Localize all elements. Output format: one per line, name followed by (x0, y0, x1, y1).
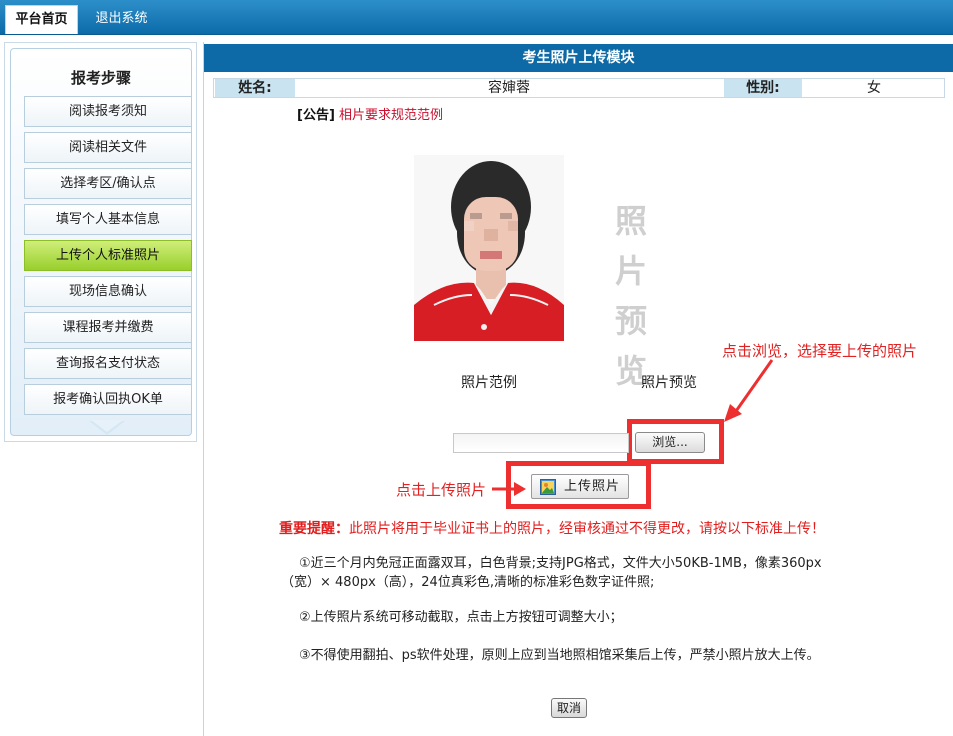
sample-photo (414, 155, 564, 341)
sidebar-panel: 报考步骤 阅读报考须知 阅读相关文件 选择考区/确认点 填写个人基本信息 上传个… (10, 48, 192, 436)
photo-file-path-field[interactable] (453, 433, 629, 453)
tab-logout[interactable]: 退出系统 (83, 5, 160, 34)
name-label: 姓名: (215, 79, 295, 97)
upload-hint-annotation: 点击上传照片 (396, 481, 487, 499)
photo-preview-placeholder: 照片 预览 (615, 196, 735, 396)
sidebar-item-select-exam-area[interactable]: 选择考区/确认点 (24, 168, 192, 199)
sample-photo-caption: 照片范例 (461, 375, 517, 391)
sidebar-item-read-notice[interactable]: 阅读报考须知 (24, 96, 192, 127)
cancel-button[interactable]: 取消 (551, 698, 587, 718)
sidebar-item-upload-photo[interactable]: 上传个人标准照片 (24, 240, 192, 271)
tab-platform-home[interactable]: 平台首页 (5, 5, 78, 34)
browse-hint-arrow-icon (724, 359, 774, 422)
reminder-title: 重要提醒： (279, 521, 349, 537)
rule-3: ③不得使用翻拍、ps软件处理，原则上应到当地照相馆采集后上传，严禁小照片放大上传… (299, 648, 820, 663)
browse-button[interactable]: 浏览... (635, 432, 705, 453)
upload-button-label: 上传照片 (564, 479, 621, 494)
announcement: [公告] 相片要求规范范例 (297, 104, 443, 123)
top-nav-bar: 平台首页 退出系统 (0, 0, 953, 35)
sidebar-item-fill-basic-info[interactable]: 填写个人基本信息 (24, 204, 192, 235)
important-reminder: 重要提醒：此照片将用于毕业证书上的照片，经审核通过不得更改，请按以下标准上传！ (279, 518, 825, 538)
sidebar-item-query-payment[interactable]: 查询报名支付状态 (24, 348, 192, 379)
sidebar: 报考步骤 阅读报考须知 阅读相关文件 选择考区/确认点 填写个人基本信息 上传个… (4, 42, 197, 442)
upload-photo-button[interactable]: 上传照片 (531, 474, 629, 499)
rule-1-line-1: ①近三个月内免冠正面露双耳，白色背景;支持JPG格式，文件大小50KB-1MB，… (299, 556, 822, 571)
announcement-prefix: [公告] (297, 108, 335, 123)
sidebar-item-receipt[interactable]: 报考确认回执OK单 (24, 384, 192, 415)
reminder-text: 此照片将用于毕业证书上的照片，经审核通过不得更改，请按以下标准上传！ (349, 521, 825, 537)
sidebar-bottom-arrow-inner (91, 420, 123, 432)
name-value: 容婶蓉 (488, 80, 530, 96)
portrait-illustration (414, 155, 564, 341)
sidebar-item-read-documents[interactable]: 阅读相关文件 (24, 132, 192, 163)
upload-image-icon (540, 479, 556, 495)
student-info-row: 姓名: 容婶蓉 性别: 女 (213, 78, 945, 98)
preview-photo-caption: 照片预览 (641, 375, 697, 391)
rule-1-line-2: （宽）× 480px（高），24位真彩色,清晰的标准彩色数字证件照; (281, 575, 655, 590)
preview-placeholder-line1: 照片 (615, 202, 686, 290)
sidebar-item-onsite-confirm[interactable]: 现场信息确认 (24, 276, 192, 307)
page-title: 考生照片上传模块 (204, 44, 953, 72)
sidebar-title: 报考步骤 (70, 69, 131, 87)
gender-value: 女 (867, 80, 881, 96)
divider (203, 42, 204, 736)
gender-label: 性别: (724, 79, 802, 97)
rule-2: ②上传照片系统可移动截取，点击上方按钮可调整大小； (299, 610, 623, 625)
sidebar-item-course-register-pay[interactable]: 课程报考并缴费 (24, 312, 192, 343)
photo-requirements-link[interactable]: 相片要求规范范例 (339, 108, 443, 123)
